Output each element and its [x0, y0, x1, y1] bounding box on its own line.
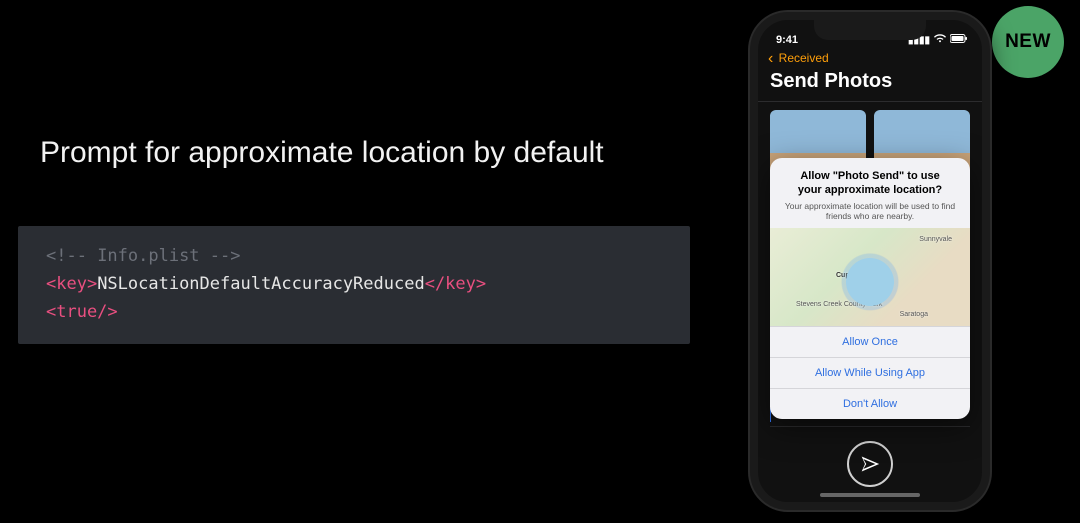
alert-map-preview: Sunnyvale Cupertino Stevens Creek County… [770, 228, 970, 326]
alert-allow-while-using-button[interactable]: Allow While Using App [770, 357, 970, 388]
code-line-key: <key>NSLocationDefaultAccuracyReduced</k… [46, 270, 662, 298]
send-button[interactable] [847, 441, 893, 487]
phone-mockup: 9:41 ▮▮▮▮ Received Send Photos Nea Othe … [750, 12, 990, 510]
new-badge: NEW [992, 6, 1064, 78]
status-time: 9:41 [776, 34, 798, 46]
code-line-bool: <true/> [46, 298, 662, 326]
map-label-cupertino: Cupertino [836, 272, 869, 279]
code-block: <!-- Info.plist --> <key>NSLocationDefau… [18, 226, 690, 344]
nav-back-label: Received [779, 51, 829, 65]
code-line-comment: <!-- Info.plist --> [46, 242, 662, 270]
home-indicator [820, 493, 920, 497]
screen-title: Send Photos [758, 70, 982, 101]
code-comment-open: <!-- [46, 246, 87, 266]
phone-notch [814, 20, 926, 40]
alert-title: Allow "Photo Send" to use your approxima… [784, 170, 956, 198]
map-label-sunnyvale: Sunnyvale [919, 236, 952, 243]
paper-plane-icon [860, 454, 880, 474]
alert-allow-once-button[interactable]: Allow Once [770, 326, 970, 357]
new-badge-label: NEW [1005, 31, 1051, 53]
location-permission-alert: Allow "Photo Send" to use your approxima… [770, 158, 970, 419]
code-comment-text: Info.plist [87, 246, 210, 266]
code-key-name: NSLocationDefaultAccuracyReduced [97, 274, 425, 294]
alert-subtitle: Your approximate location will be used t… [784, 201, 956, 222]
code-comment-close: --> [210, 246, 241, 266]
wifi-icon [934, 34, 946, 46]
code-key-open: <key> [46, 274, 97, 294]
nav-back-button[interactable]: Received [758, 46, 982, 70]
code-bool-tag: <true/> [46, 302, 118, 322]
battery-icon [950, 34, 968, 46]
slide-title: Prompt for approximate location by defau… [40, 136, 604, 170]
alert-dont-allow-button[interactable]: Don't Allow [770, 388, 970, 419]
code-key-close: </key> [425, 274, 486, 294]
map-label-county-park: Stevens Creek County Park [796, 301, 882, 308]
map-label-saratoga: Saratoga [900, 311, 928, 318]
